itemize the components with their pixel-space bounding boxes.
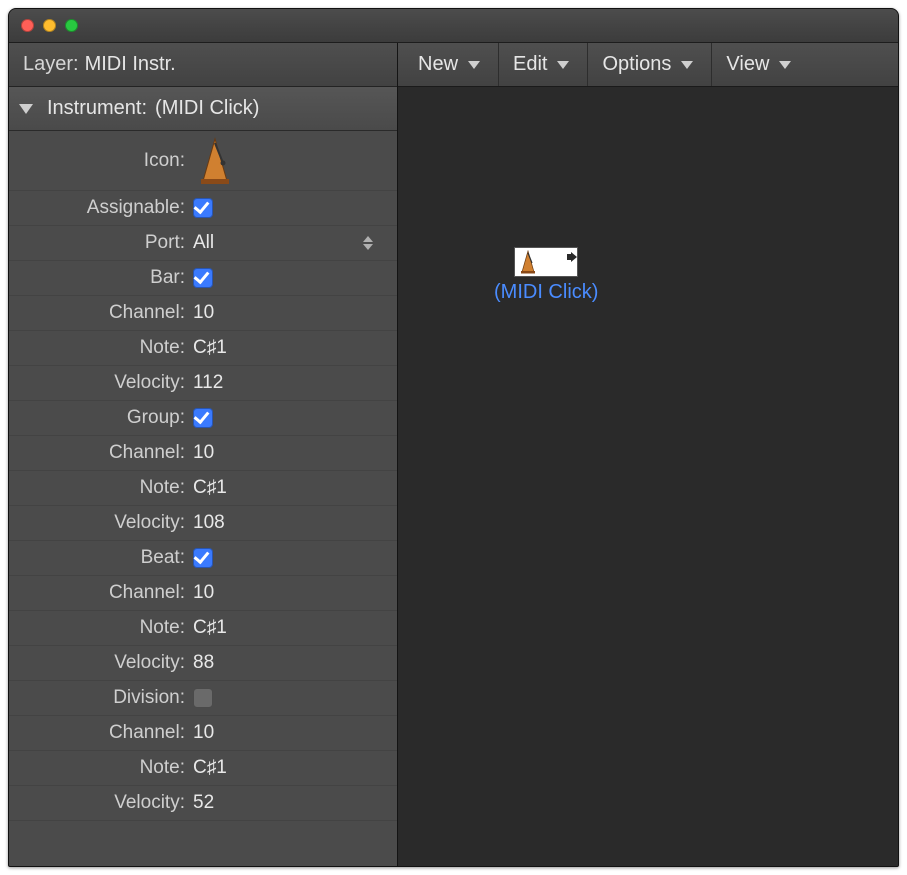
prop-label: Channel:	[9, 582, 193, 604]
prop-label: Note:	[9, 477, 193, 499]
bar-channel-value[interactable]: 10	[193, 302, 397, 324]
prop-row-assignable: Assignable:	[9, 191, 397, 226]
prop-label: Assignable:	[9, 197, 193, 219]
prop-row-division-channel: Channel: 10	[9, 716, 397, 751]
chevron-down-icon	[557, 61, 569, 69]
prop-label: Velocity:	[9, 372, 193, 394]
prop-label: Note:	[9, 337, 193, 359]
layer-label: Layer:	[23, 53, 79, 76]
prop-row-division-velocity: Velocity: 52	[9, 786, 397, 821]
prop-row-group-velocity: Velocity: 108	[9, 506, 397, 541]
chevron-down-icon	[681, 61, 693, 69]
prop-row-port: Port: All	[9, 226, 397, 261]
group-checkbox[interactable]	[193, 408, 213, 428]
division-channel-value[interactable]: 10	[193, 722, 397, 744]
prop-label: Note:	[9, 617, 193, 639]
prop-label: Port:	[9, 232, 193, 254]
prop-row-beat: Beat:	[9, 541, 397, 576]
division-note-value[interactable]: C♯1	[193, 757, 397, 779]
prop-label: Division:	[9, 687, 193, 709]
metronome-icon	[517, 250, 539, 274]
prop-row-bar-velocity: Velocity: 112	[9, 366, 397, 401]
window-controls	[21, 19, 78, 32]
instrument-label: Instrument:	[47, 97, 147, 120]
prop-label: Channel:	[9, 722, 193, 744]
prop-label: Icon:	[9, 150, 193, 172]
menu-label: View	[726, 53, 769, 76]
midi-click-object[interactable]: (MIDI Click)	[494, 247, 598, 304]
prop-row-beat-velocity: Velocity: 88	[9, 646, 397, 681]
prop-label: Beat:	[9, 547, 193, 569]
disclosure-triangle-icon[interactable]	[19, 104, 33, 114]
prop-row-group-note: Note: C♯1	[9, 471, 397, 506]
prop-label: Bar:	[9, 267, 193, 289]
chevron-down-icon	[779, 61, 791, 69]
prop-row-icon: Icon:	[9, 131, 397, 191]
beat-velocity-value[interactable]: 88	[193, 652, 397, 674]
minimize-window-button[interactable]	[43, 19, 56, 32]
prop-label: Velocity:	[9, 652, 193, 674]
environment-canvas[interactable]: (MIDI Click)	[398, 87, 898, 866]
bar-note-value[interactable]: C♯1	[193, 337, 397, 359]
inspector-sidebar: Layer: MIDI Instr. Instrument: (MIDI Cli…	[9, 43, 398, 866]
menu-edit[interactable]: Edit	[499, 43, 588, 86]
prop-row-beat-note: Note: C♯1	[9, 611, 397, 646]
prop-row-bar-note: Note: C♯1	[9, 331, 397, 366]
menu-options[interactable]: Options	[588, 43, 712, 86]
prop-row-group: Group:	[9, 401, 397, 436]
prop-label: Channel:	[9, 442, 193, 464]
object-icon	[514, 247, 578, 277]
menu-label: Options	[602, 53, 671, 76]
division-velocity-value[interactable]: 52	[193, 792, 397, 814]
zoom-window-button[interactable]	[65, 19, 78, 32]
instrument-header[interactable]: Instrument: (MIDI Click)	[9, 87, 397, 131]
content-area: Layer: MIDI Instr. Instrument: (MIDI Cli…	[9, 43, 898, 866]
prop-row-bar: Bar:	[9, 261, 397, 296]
cable-icon	[565, 250, 579, 264]
title-bar[interactable]	[9, 9, 898, 43]
menu-label: Edit	[513, 53, 547, 76]
main-area: New Edit Options View	[398, 43, 898, 866]
menu-new[interactable]: New	[404, 43, 499, 86]
beat-checkbox[interactable]	[193, 548, 213, 568]
prop-label: Velocity:	[9, 512, 193, 534]
bar-velocity-value[interactable]: 112	[193, 372, 397, 394]
prop-row-beat-channel: Channel: 10	[9, 576, 397, 611]
layer-value: MIDI Instr.	[85, 53, 176, 76]
group-note-value[interactable]: C♯1	[193, 477, 397, 499]
prop-label: Group:	[9, 407, 193, 429]
prop-label: Note:	[9, 757, 193, 779]
beat-channel-value[interactable]: 10	[193, 582, 397, 604]
port-value: All	[193, 232, 214, 254]
prop-value-icon[interactable]	[193, 137, 397, 185]
prop-row-bar-channel: Channel: 10	[9, 296, 397, 331]
bar-checkbox[interactable]	[193, 268, 213, 288]
prop-row-division-note: Note: C♯1	[9, 751, 397, 786]
prop-label: Channel:	[9, 302, 193, 324]
group-velocity-value[interactable]: 108	[193, 512, 397, 534]
app-window: Layer: MIDI Instr. Instrument: (MIDI Cli…	[8, 8, 899, 867]
main-toolbar: New Edit Options View	[398, 43, 898, 87]
prop-label: Velocity:	[9, 792, 193, 814]
metronome-icon	[193, 137, 237, 185]
assignable-checkbox[interactable]	[193, 198, 213, 218]
close-window-button[interactable]	[21, 19, 34, 32]
layer-selector[interactable]: Layer: MIDI Instr.	[9, 43, 397, 87]
properties-list: Icon: Assignable:	[9, 131, 397, 866]
beat-note-value[interactable]: C♯1	[193, 617, 397, 639]
chevron-down-icon	[468, 61, 480, 69]
group-channel-value[interactable]: 10	[193, 442, 397, 464]
division-checkbox[interactable]	[193, 688, 213, 708]
menu-view[interactable]: View	[712, 43, 809, 86]
prop-row-division: Division:	[9, 681, 397, 716]
instrument-value: (MIDI Click)	[155, 97, 259, 120]
select-chevrons-icon	[363, 236, 373, 250]
menu-label: New	[418, 53, 458, 76]
prop-row-group-channel: Channel: 10	[9, 436, 397, 471]
object-label: (MIDI Click)	[494, 281, 598, 304]
